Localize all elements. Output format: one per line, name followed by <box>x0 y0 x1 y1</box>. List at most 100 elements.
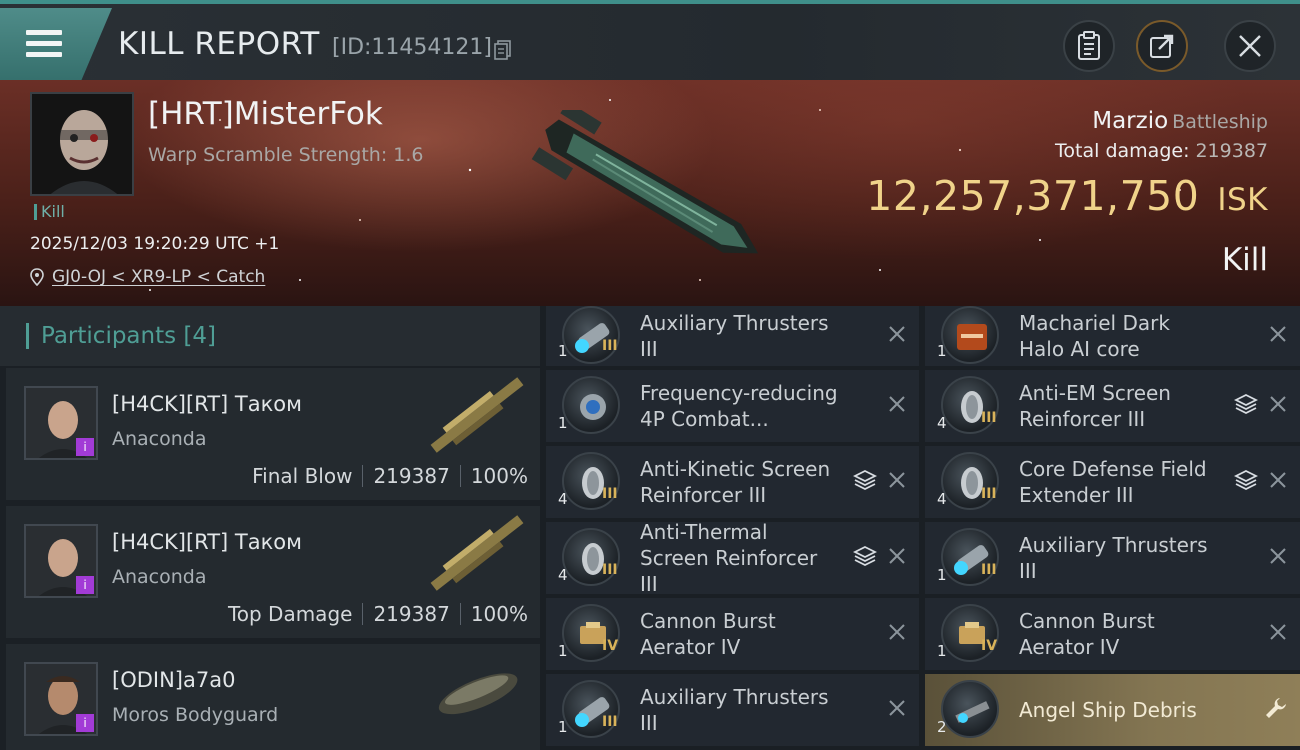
victim-ship-name[interactable]: Marzio <box>1092 108 1168 134</box>
menu-button[interactable] <box>0 8 112 82</box>
module-item[interactable]: 1 III Auxiliary Thrusters III <box>546 306 919 366</box>
page-title: KILL REPORT <box>118 26 320 62</box>
module-item[interactable]: 1 III Auxiliary Thrusters III <box>925 522 1300 594</box>
share-button[interactable] <box>1136 20 1188 72</box>
participant-ship-image <box>438 673 518 715</box>
location-link[interactable]: GJ0-OJ < XR9-LP < Catch <box>52 267 265 287</box>
module-tier: III <box>981 562 997 578</box>
corp-badge-icon: i <box>76 576 94 594</box>
participant-stats: Top Damage 219387 100% <box>228 602 528 626</box>
top-bar: KILL REPORT [ID:11454121] <box>0 0 1300 82</box>
participant-avatar: i <box>24 386 98 460</box>
module-item[interactable]: 4 III Anti-EM Screen Reinforcer III <box>925 370 1300 442</box>
thruster-icon <box>575 697 610 727</box>
participant-name[interactable]: [ODIN]a7a0 <box>112 668 235 692</box>
copy-icon[interactable] <box>494 40 511 60</box>
module-item[interactable]: 1 IV Cannon Burst Aerator IV <box>925 598 1300 670</box>
participants-count: [4] <box>183 323 217 349</box>
module-name: Core Defense Field Extender III <box>1019 457 1207 507</box>
module-item[interactable]: 1 Frequency-reducing 4P Combat... <box>546 370 919 442</box>
divider <box>362 603 364 625</box>
total-damage-label: Total damage: <box>1055 140 1190 162</box>
module-tier: III <box>602 338 618 354</box>
isk-amount: 12,257,371,750 <box>866 172 1200 220</box>
participant-ship-image <box>430 377 524 453</box>
corp-badge-icon: i <box>76 714 94 732</box>
module-item[interactable]: 1 Machariel Dark Halo AI core <box>925 306 1300 366</box>
module-name: Anti-Thermal Screen Reinforcer III <box>640 520 818 596</box>
share-icon <box>1150 34 1174 58</box>
kill-tag: Kill <box>34 204 65 220</box>
module-item[interactable]: 2 Angel Ship Debris <box>925 674 1300 746</box>
close-icon[interactable] <box>1268 622 1288 642</box>
module-quantity: 4 <box>558 490 568 508</box>
close-icon[interactable] <box>1268 470 1288 490</box>
module-quantity: 1 <box>937 566 947 584</box>
close-button[interactable] <box>1224 20 1276 72</box>
module-item[interactable]: 1 IV Cannon Burst Aerator IV <box>546 598 919 670</box>
participant-name[interactable]: [H4CK][RT] Таком <box>112 392 302 416</box>
layers-icon[interactable] <box>853 544 877 568</box>
module-quantity: 4 <box>558 566 568 584</box>
cannon-aerator-icon <box>580 622 606 644</box>
divider <box>459 465 461 487</box>
victim-portrait[interactable] <box>30 92 134 196</box>
close-icon[interactable] <box>887 324 907 344</box>
shield-reinforcer-icon <box>961 391 983 423</box>
module-name: Auxiliary Thrusters III <box>640 685 829 735</box>
close-icon[interactable] <box>887 470 907 490</box>
close-icon[interactable] <box>1268 546 1288 566</box>
participant-ship: Anaconda <box>112 566 207 588</box>
module-quantity: 4 <box>937 414 947 432</box>
participant-card[interactable]: i [H4CK][RT] Таком Anaconda Top Damage 2… <box>6 506 540 638</box>
module-tier: III <box>602 714 618 730</box>
fitted-modules-column-left: 1 III Auxiliary Thrusters III 1 Frequency-re… <box>546 306 919 750</box>
layers-icon[interactable] <box>853 468 877 492</box>
close-icon[interactable] <box>887 394 907 414</box>
module-quantity: 1 <box>937 642 947 660</box>
close-icon[interactable] <box>887 698 907 718</box>
thruster-icon <box>575 323 610 353</box>
thruster-icon <box>954 545 989 575</box>
module-item[interactable]: 4 III Core Defense Field Extender III <box>925 446 1300 518</box>
victim-ship-line: Marzio Battleship <box>1092 108 1268 134</box>
module-name: Cannon Burst Aerator IV <box>1019 609 1155 659</box>
participant-card[interactable]: i [H4CK][RT] Таком Anaconda Final Blow 2… <box>6 368 540 500</box>
salvage-wrench-icon[interactable] <box>1264 696 1288 720</box>
module-item[interactable]: 4 III Anti-Kinetic Screen Reinforcer III <box>546 446 919 518</box>
combat-module-icon <box>580 394 606 420</box>
victim-name[interactable]: [HRT]MisterFok <box>148 96 383 132</box>
participant-stats: Final Blow 219387 100% <box>252 464 528 488</box>
participants-label: Participants [4] <box>41 323 217 349</box>
module-item[interactable]: 4 III Anti-Thermal Screen Reinforcer III <box>546 520 919 596</box>
participant-ship: Moros Bodyguard <box>112 704 279 726</box>
participants-header: Participants [4] <box>0 306 540 366</box>
module-name: Auxiliary Thrusters III <box>1019 533 1208 583</box>
total-damage-value: 219387 <box>1195 140 1268 162</box>
clipboard-button[interactable] <box>1063 20 1115 72</box>
participant-name[interactable]: [H4CK][RT] Таком <box>112 530 302 554</box>
module-quantity: 1 <box>558 342 568 360</box>
close-icon[interactable] <box>887 622 907 642</box>
layers-icon[interactable] <box>1234 392 1258 416</box>
module-tier: IV <box>981 638 998 654</box>
ai-core-icon <box>957 324 987 350</box>
participant-role: Final Blow <box>252 464 353 488</box>
isk-unit: ISK <box>1217 182 1268 218</box>
shield-reinforcer-icon <box>961 467 983 499</box>
module-name: Auxiliary Thrusters III <box>640 311 829 361</box>
pilot-avatar-icon <box>32 94 132 194</box>
close-icon <box>1239 35 1261 57</box>
isk-value: 12,257,371,750 ISK <box>866 172 1268 220</box>
shield-reinforcer-icon <box>582 543 604 575</box>
layers-icon[interactable] <box>1234 468 1258 492</box>
close-icon[interactable] <box>887 546 907 566</box>
module-icon <box>562 306 620 364</box>
close-icon[interactable] <box>1268 394 1288 414</box>
module-item[interactable]: 1 III Auxiliary Thrusters III <box>546 674 919 746</box>
clipboard-icon <box>1078 31 1100 60</box>
warp-scramble-strength: Warp Scramble Strength: 1.6 <box>148 144 424 166</box>
module-quantity: 1 <box>937 342 947 360</box>
participant-card[interactable]: i [ODIN]a7a0 Moros Bodyguard <box>6 644 540 750</box>
close-icon[interactable] <box>1268 324 1288 344</box>
